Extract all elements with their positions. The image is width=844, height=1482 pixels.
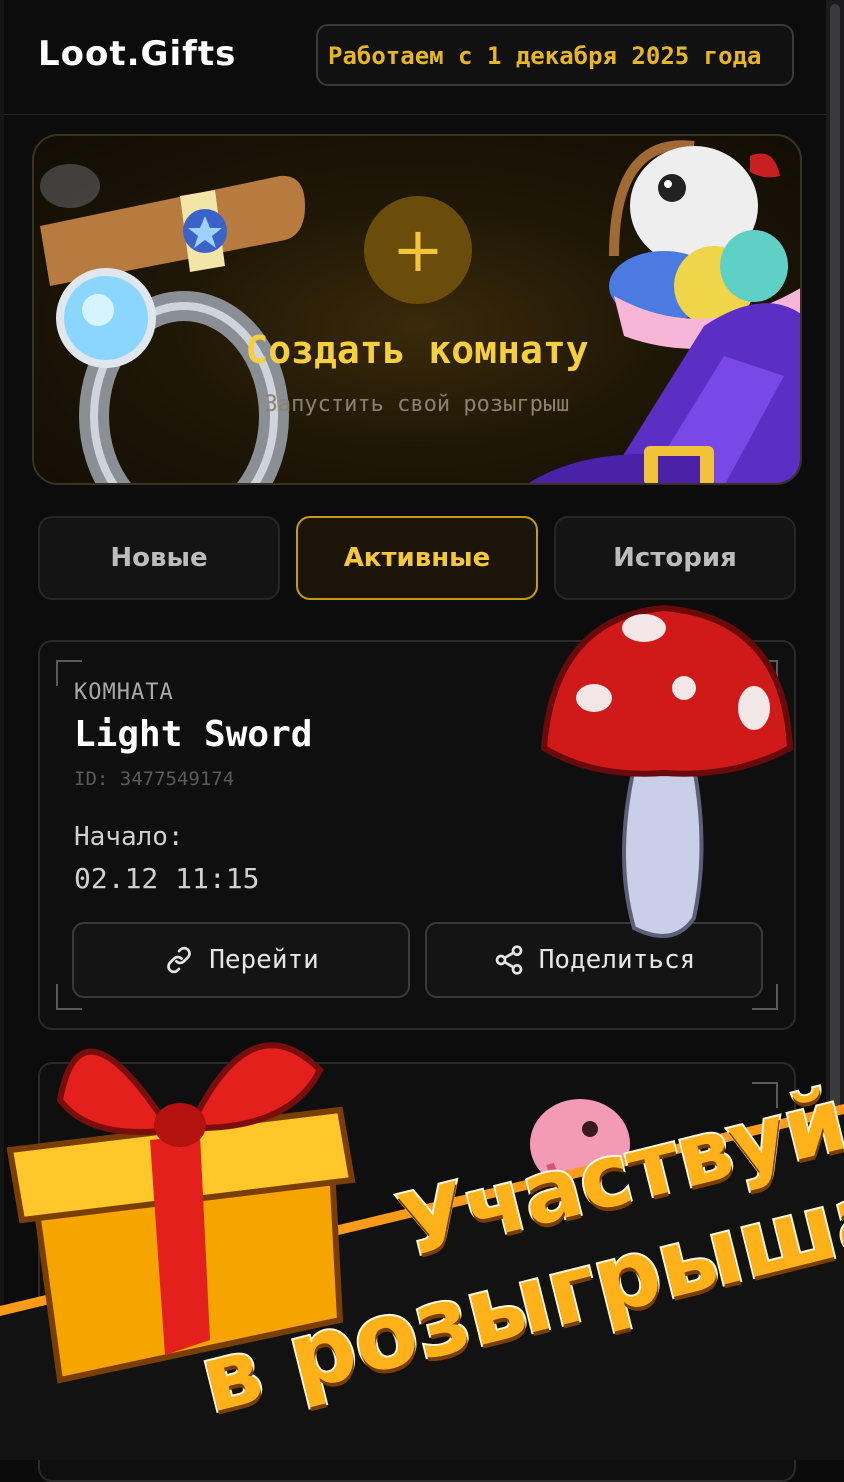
start-time: 02.12 11:15 (74, 862, 260, 895)
header: Loot.Gifts Работаем с 1 декабря 2025 год… (4, 0, 830, 115)
share-icon (495, 945, 523, 975)
mushroom-icon (540, 604, 794, 938)
tab-history[interactable]: История (554, 516, 796, 600)
app-logo[interactable]: Loot.Gifts (38, 34, 236, 74)
room-card: КОМНАТА Light Sword ID: 3477549174 Начал… (38, 604, 796, 1030)
room-section-label: КОМНАТА (74, 680, 174, 705)
create-room-banner[interactable]: + Создать комнату Запустить свой розыгры… (32, 134, 802, 485)
room-name: Light Sword (74, 714, 313, 755)
plus-icon[interactable]: + (364, 196, 472, 304)
start-label: Начало: (74, 822, 184, 852)
announcement-ticker: Работаем с 1 декабря 2025 года (316, 24, 794, 86)
create-room-subtitle: Запустить свой розыгрыш (264, 392, 570, 417)
scrollbar-thumb[interactable] (830, 4, 840, 1124)
witch-hat-icon (528, 303, 800, 483)
room-id: ID: 3477549174 (74, 768, 235, 790)
link-icon (167, 946, 192, 974)
share-button-label: Поделиться (538, 945, 696, 975)
go-button-label: Перейти (209, 945, 319, 975)
ring-icon (56, 268, 289, 483)
create-room-title: Создать комнату (245, 328, 589, 372)
ticker-text: Работаем с 1 декабря 2025 года (328, 42, 762, 70)
room-tabs: Новые Активные История (38, 516, 796, 600)
cigar-icon (40, 164, 305, 286)
tab-active[interactable]: Активные (296, 516, 538, 600)
go-button[interactable]: Перейти (72, 922, 410, 998)
tab-new[interactable]: Новые (38, 516, 280, 600)
